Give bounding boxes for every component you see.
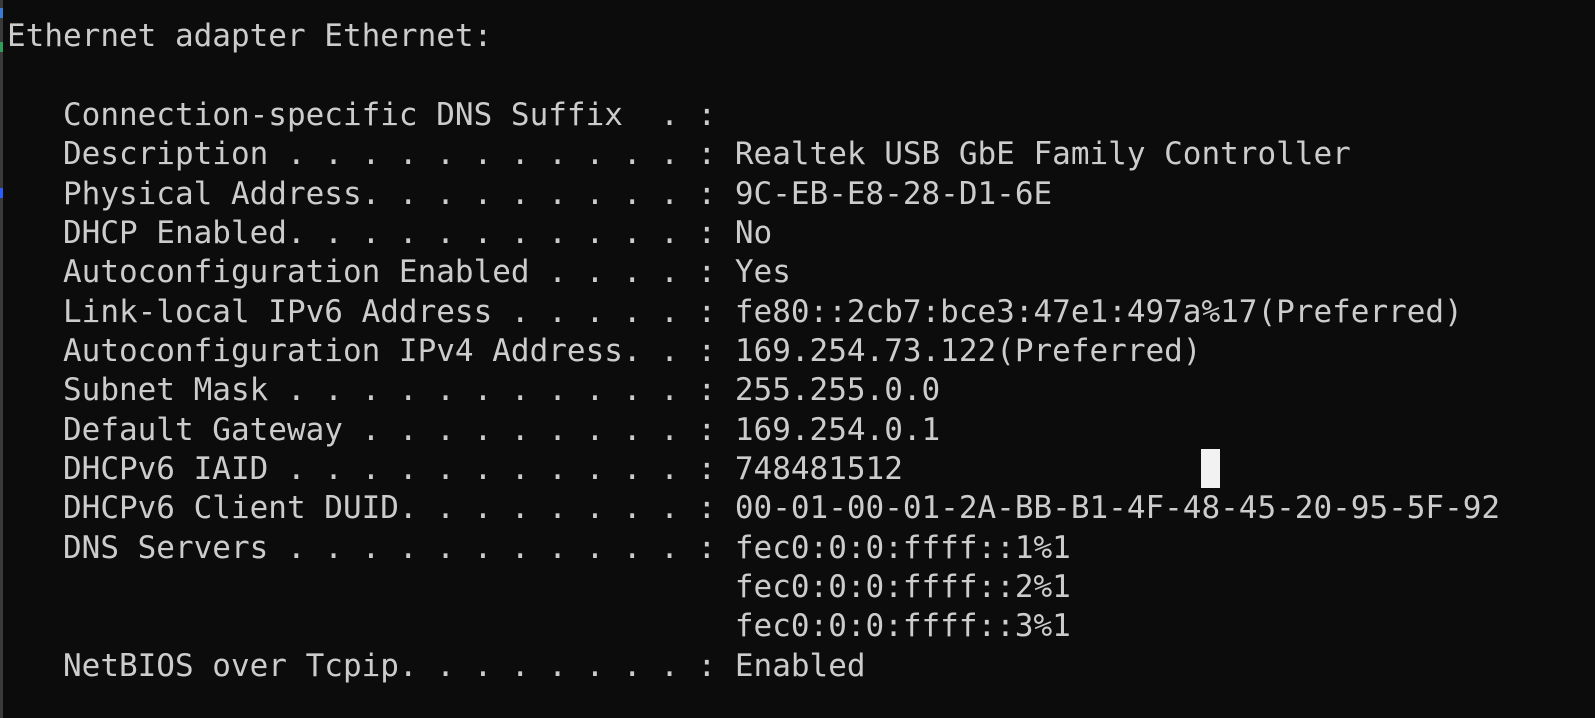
output-line-netbios: NetBIOS over Tcpip. . . . . . . . : Enab… (7, 648, 866, 684)
output-line-dns-suffix: Connection-specific DNS Suffix . : (7, 97, 717, 133)
output-line-autoconfig-ipv4: Autoconfiguration IPv4 Address. . : 169.… (7, 333, 1202, 369)
output-line-dns-server-3: fec0:0:0:ffff::3%1 (7, 608, 1071, 644)
edge-marker-icon (0, 188, 3, 198)
output-line-dns-server-2: fec0:0:0:ffff::2%1 (7, 569, 1071, 605)
window-left-edge (0, 0, 3, 718)
edge-marker-icon (0, 8, 3, 18)
terminal-window[interactable]: Ethernet adapter Ethernet: Connection-sp… (0, 0, 1595, 718)
output-line-description: Description . . . . . . . . . . . : Real… (7, 136, 1351, 172)
output-line-dhcpv6-iaid: DHCPv6 IAID . . . . . . . . . . . : 7484… (7, 451, 903, 487)
edge-marker-icon (0, 42, 3, 52)
output-line-dhcpv6-duid: DHCPv6 Client DUID. . . . . . . . : 00-0… (7, 490, 1501, 526)
output-line-default-gateway: Default Gateway . . . . . . . . . : 169.… (7, 412, 941, 448)
output-line-dns-servers: DNS Servers . . . . . . . . . . . : fec0… (7, 530, 1071, 566)
output-line-autoconfig-enabled: Autoconfiguration Enabled . . . . : Yes (7, 254, 791, 290)
adapter-heading: Ethernet adapter Ethernet: (7, 18, 493, 54)
output-line-physical-address: Physical Address. . . . . . . . . : 9C-E… (7, 176, 1053, 212)
output-line-link-local-ipv6: Link-local IPv6 Address . . . . . : fe80… (7, 294, 1463, 330)
output-line-dhcp-enabled: DHCP Enabled. . . . . . . . . . . : No (7, 215, 773, 251)
output-line-subnet-mask: Subnet Mask . . . . . . . . . . . : 255.… (7, 372, 941, 408)
text-cursor (1201, 449, 1220, 488)
